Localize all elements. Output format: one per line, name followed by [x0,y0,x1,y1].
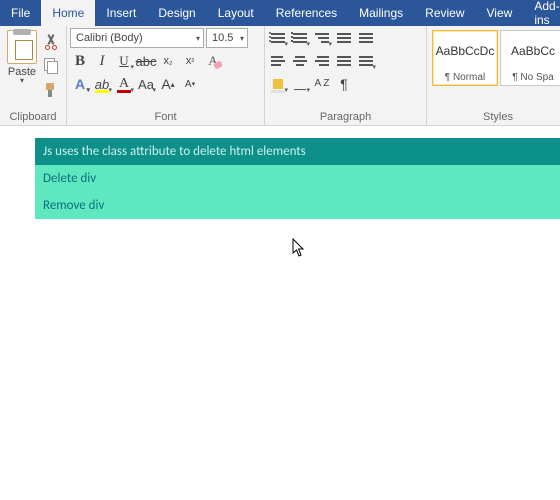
style-no-spacing[interactable]: AaBbCc ¶ No Spa [500,30,560,86]
numbering-button[interactable] [290,28,310,48]
tab-view[interactable]: View [476,0,524,26]
style-name: ¶ No Spa [501,71,560,85]
style-normal[interactable]: AaBbCcDc ¶ Normal [432,30,498,86]
tab-layout[interactable]: Layout [207,0,265,26]
line-spacing-button[interactable] [356,51,376,71]
align-center-icon [293,55,307,67]
menu-tab-bar: File Home Insert Design Layout Reference… [0,0,560,26]
font-color-button[interactable]: A [114,74,134,94]
tab-home[interactable]: Home [41,0,95,26]
bullets-button[interactable] [268,28,288,48]
indent-icon [359,32,373,44]
paragraph-line[interactable]: Remove div [35,192,560,219]
borders-button[interactable] [290,74,310,94]
subscript-button[interactable]: x [158,51,178,71]
tab-design[interactable]: Design [147,0,206,26]
change-case-button[interactable]: Aa [136,74,156,94]
show-hide-button[interactable]: ¶ [334,74,354,94]
bullets-icon [271,32,285,44]
font-size-combo[interactable]: 10.5 ▾ [206,28,248,48]
highlight-button[interactable]: ab [92,74,112,94]
style-preview: AaBbCc [501,31,560,71]
group-label-clipboard: Clipboard [0,110,66,125]
line-spacing-icon [359,55,373,67]
group-label-font: Font [67,110,264,125]
ribbon: Paste ▾ Clipboard Calibri (Body) ▾ 10.5 ▾ … [0,26,560,126]
chevron-down-icon: ▾ [240,34,244,43]
increase-indent-button[interactable] [356,28,376,48]
tab-addins[interactable]: Add-ins [523,0,560,26]
cut-button[interactable] [41,32,61,52]
font-name-combo[interactable]: Calibri (Body) ▾ [70,28,204,48]
tab-file[interactable]: File [0,0,41,26]
clear-formatting-button[interactable] [202,51,224,71]
copy-button[interactable] [41,56,61,76]
bold-button[interactable]: B [70,51,90,71]
paragraph-line[interactable]: Delete div [35,165,560,192]
paste-button[interactable]: Paste ▾ [3,28,41,84]
text-effects-button[interactable]: A [70,74,90,94]
group-clipboard: Paste ▾ Clipboard [0,26,67,125]
scissors-icon [43,34,59,50]
brush-icon [43,82,59,98]
style-preview: AaBbCcDc [433,31,497,71]
shading-button[interactable] [268,74,288,94]
underline-button[interactable]: U [114,51,134,71]
group-label-styles: Styles [427,110,560,125]
group-paragraph: A Z ¶ Paragraph [265,26,427,125]
group-styles: AaBbCcDc ¶ Normal AaBbCc ¶ No Spa Styles [427,26,560,125]
grow-font-button[interactable]: A▴ [158,74,178,94]
tab-mailings[interactable]: Mailings [348,0,414,26]
decrease-indent-button[interactable] [334,28,354,48]
align-right-button[interactable] [312,51,332,71]
strikethrough-button[interactable]: abc [136,51,156,71]
align-left-icon [271,55,285,67]
justify-icon [337,55,351,67]
outdent-icon [337,32,351,44]
tab-review[interactable]: Review [414,0,475,26]
superscript-button[interactable]: x [180,51,200,71]
chevron-down-icon: ▾ [196,34,200,43]
paragraph-line[interactable]: Js uses the class attribute to delete ht… [35,138,560,165]
multilevel-icon [315,32,329,44]
style-gallery[interactable]: AaBbCcDc ¶ Normal AaBbCc ¶ No Spa [430,28,560,108]
border-icon [294,78,306,90]
font-name-value: Calibri (Body) [76,32,143,44]
paste-icon [7,30,37,64]
group-font: Calibri (Body) ▾ 10.5 ▾ B I U abc x x A ab… [67,26,265,125]
mouse-cursor-icon [292,238,306,258]
align-left-button[interactable] [268,51,288,71]
document-body[interactable]: Js uses the class attribute to delete ht… [35,138,560,219]
tab-insert[interactable]: Insert [95,0,147,26]
italic-button[interactable]: I [92,51,112,71]
shrink-font-button[interactable]: A▾ [180,74,200,94]
style-name: ¶ Normal [433,71,497,85]
sort-button[interactable]: A Z [312,74,332,94]
chevron-down-icon: ▾ [20,78,24,84]
justify-button[interactable] [334,51,354,71]
copy-icon [43,58,59,74]
align-right-icon [315,55,329,67]
numbering-icon [293,32,307,44]
align-center-button[interactable] [290,51,310,71]
multilevel-list-button[interactable] [312,28,332,48]
format-painter-button[interactable] [41,80,61,100]
group-label-paragraph: Paragraph [265,110,426,125]
font-size-value: 10.5 [212,32,233,44]
paint-bucket-icon [273,79,283,89]
tab-references[interactable]: References [265,0,348,26]
